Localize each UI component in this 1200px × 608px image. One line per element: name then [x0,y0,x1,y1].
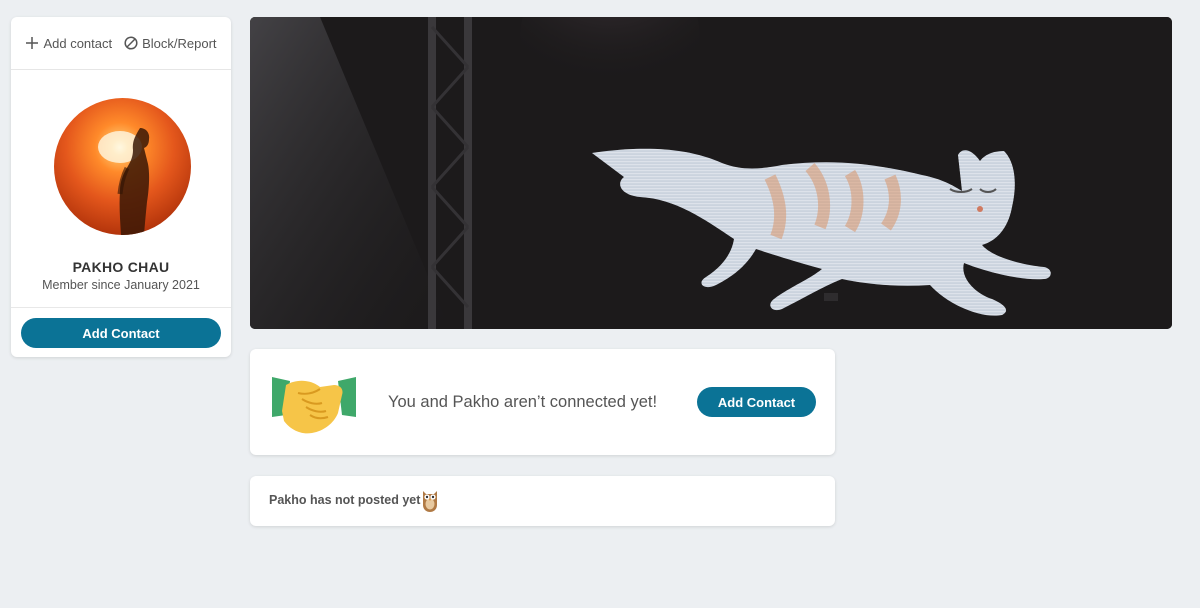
block-icon [124,36,138,50]
handshake-icon [272,377,356,434]
avatar [54,98,191,235]
member-since: Member since January 2021 [42,278,200,292]
profile-name: PAKHO CHAU [72,259,170,275]
profile-actions: Add contact Block/Report [11,17,231,70]
connect-message: You and Pakho aren’t connected yet! [388,393,658,411]
block-report-link[interactable]: Block/Report [124,35,217,51]
no-posts-message: Pakho has not posted yet [269,493,421,507]
add-contact-link[interactable]: Add contact [25,36,112,51]
posts-card: Pakho has not posted yet [250,476,835,526]
connect-add-contact-button[interactable]: Add Contact [697,387,816,417]
plus-icon [26,37,39,49]
add-contact-label: Add contact [43,35,113,51]
connect-card: You and Pakho aren’t connected yet! Add … [250,349,835,455]
cover-image [250,17,1172,329]
block-report-label: Block/Report [142,35,217,51]
add-contact-button[interactable]: Add Contact [21,318,221,348]
divider [11,307,231,308]
profile-card: Add contact Block/Report PAKHO CHAU Memb… [11,17,231,357]
owl-icon [423,491,437,512]
